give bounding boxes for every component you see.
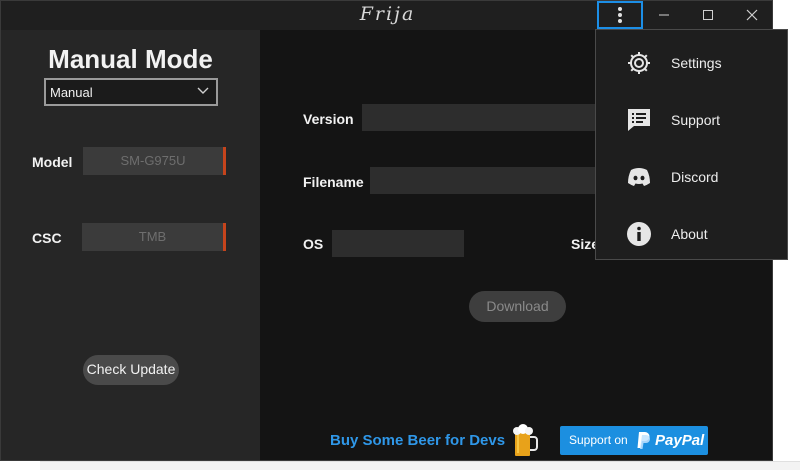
mode-select-value: Manual [50, 85, 93, 100]
menu-item-settings[interactable]: Settings [596, 33, 787, 90]
beer-mug-icon [513, 424, 538, 456]
model-placeholder: SM-G975U [120, 153, 186, 168]
menu-item-about[interactable]: About [596, 204, 787, 261]
csc-placeholder: TMB [138, 229, 167, 244]
discord-icon [628, 168, 650, 186]
title-bar: Frija [1, 1, 772, 30]
support-chat-icon [628, 109, 650, 131]
paypal-logo-icon [637, 432, 650, 449]
minimize-icon [659, 14, 669, 16]
mode-title: Manual Mode [48, 44, 213, 74]
menu-item-label: Settings [671, 55, 722, 71]
paypal-brand: PayPal [655, 432, 705, 449]
version-label: Version [303, 111, 354, 127]
chevron-down-icon [197, 87, 209, 94]
filename-field[interactable] [370, 167, 602, 194]
version-field[interactable] [362, 104, 602, 131]
more-menu-button[interactable] [597, 1, 643, 29]
desktop-strip [40, 461, 800, 470]
check-update-button[interactable]: Check Update [83, 355, 179, 385]
menu-item-label: Support [671, 112, 721, 128]
menu-item-discord[interactable]: Discord [596, 147, 787, 204]
os-field[interactable] [332, 230, 464, 257]
paypal-prefix: Support on [569, 433, 628, 447]
csc-input[interactable]: TMB [82, 223, 226, 251]
mode-select[interactable]: Manual [44, 78, 218, 106]
paypal-support-button[interactable]: Support on PayPal [560, 426, 708, 455]
menu-item-label: Discord [671, 169, 719, 185]
beer-donate-link[interactable]: Buy Some Beer for Devs [330, 432, 505, 449]
maximize-button[interactable] [685, 1, 731, 29]
close-icon [746, 9, 758, 21]
model-label: Model [32, 154, 73, 170]
download-button[interactable]: Download [469, 291, 566, 322]
minimize-button[interactable] [641, 1, 687, 29]
info-icon [627, 222, 651, 246]
menu-item-label: About [671, 226, 708, 242]
menu-item-support[interactable]: Support [596, 90, 787, 147]
maximize-icon [703, 10, 713, 20]
more-vertical-icon [618, 7, 622, 23]
close-button[interactable] [729, 1, 772, 29]
left-panel: Manual Mode Manual Model SM-G975U CSC TM… [1, 30, 260, 460]
filename-label: Filename [303, 174, 364, 190]
overflow-menu: Settings Support Discord About [595, 29, 788, 260]
gear-icon [628, 52, 650, 74]
os-label: OS [303, 236, 324, 252]
csc-label: CSC [32, 230, 62, 246]
model-input[interactable]: SM-G975U [83, 147, 226, 175]
